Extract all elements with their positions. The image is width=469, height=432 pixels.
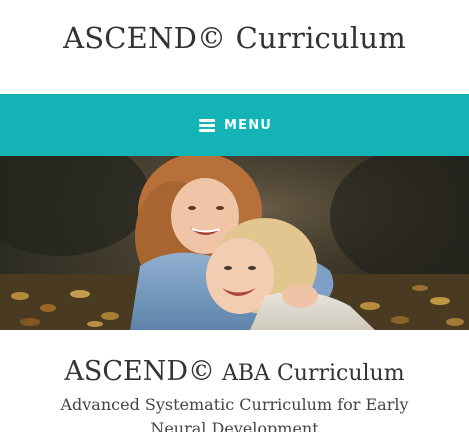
hero-image xyxy=(0,156,469,330)
site-header: ASCEND© Curriculum xyxy=(0,0,469,94)
hamburger-menu-icon xyxy=(199,119,215,132)
menu-label: MENU xyxy=(224,117,273,133)
intro-heading: ASCEND© ABA Curriculum xyxy=(0,354,469,393)
main-navigation: MENU xyxy=(0,94,469,156)
intro-section: ASCEND© ABA Curriculum Advanced Systemat… xyxy=(0,330,469,432)
page: ASCEND© Curriculum MENU ASCEND© ABA Curr… xyxy=(0,0,469,432)
intro-heading-rest: ABA Curriculum xyxy=(215,361,405,386)
site-title[interactable]: ASCEND© Curriculum xyxy=(0,20,469,56)
intro-tagline: Advanced Systematic Curriculum for Early… xyxy=(60,395,409,432)
menu-toggle-button[interactable]: MENU xyxy=(199,113,272,137)
intro-heading-brand: ASCEND© xyxy=(64,356,216,387)
